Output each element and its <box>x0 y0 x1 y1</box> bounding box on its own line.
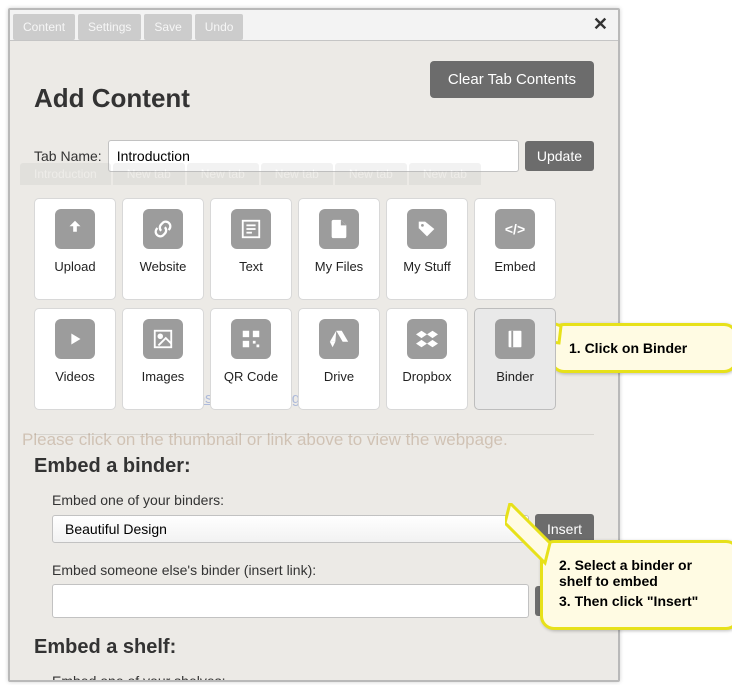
images-tile[interactable]: Images <box>122 308 204 410</box>
tile-label: Binder <box>496 369 534 384</box>
ghost-settings-button: Settings <box>78 14 141 40</box>
other-binder-link-input[interactable] <box>52 584 529 618</box>
embed-icon: </> <box>495 209 535 249</box>
tile-label: My Stuff <box>403 259 450 274</box>
tile-label: My Files <box>315 259 363 274</box>
upload-tile[interactable]: Upload <box>34 198 116 300</box>
ghost-undo-button: Undo <box>195 14 244 40</box>
callout-text-line-1: 2. Select a binder or shelf to embed <box>559 557 721 589</box>
binder-icon <box>495 319 535 359</box>
callout-text-line-2: 3. Then click "Insert" <box>559 593 721 609</box>
tag-icon <box>407 209 447 249</box>
dialog-titlebar: Content Settings Save Undo ✕ <box>10 10 618 41</box>
tab-name-label: Tab Name: <box>34 148 102 164</box>
tile-label: Images <box>142 369 185 384</box>
background-caption-text: Please click on the thumbnail or link ab… <box>22 430 508 450</box>
my-stuff-tile[interactable]: My Stuff <box>386 198 468 300</box>
tile-label: Text <box>239 259 263 274</box>
text-icon <box>231 209 271 249</box>
drive-icon <box>319 319 359 359</box>
dropbox-tile[interactable]: Dropbox <box>386 308 468 410</box>
videos-tile[interactable]: Videos <box>34 308 116 410</box>
embed-binder-heading: Embed a binder: <box>34 455 594 478</box>
my-files-tile[interactable]: My Files <box>298 198 380 300</box>
clear-tab-contents-button[interactable]: Clear Tab Contents <box>430 61 594 98</box>
link-icon <box>143 209 183 249</box>
text-tile[interactable]: Text <box>210 198 292 300</box>
content-type-grid: Upload Website Text My Files <box>34 198 594 410</box>
background-toolbar: Content Settings Save Undo <box>13 14 243 40</box>
upload-icon <box>55 209 95 249</box>
tile-label: Upload <box>54 259 95 274</box>
close-icon[interactable]: ✕ <box>593 15 608 33</box>
video-icon <box>55 319 95 359</box>
qr-code-tile[interactable]: QR Code <box>210 308 292 410</box>
binder-tile[interactable]: Binder <box>474 308 556 410</box>
ghost-content-button: Content <box>13 14 75 40</box>
drive-tile[interactable]: Drive <box>298 308 380 410</box>
tile-label: Website <box>140 259 187 274</box>
tile-label: Embed <box>494 259 535 274</box>
background-tab-strip: IntroductionNew tabNew tab New tabNew ta… <box>10 163 618 185</box>
own-shelf-label: Embed one of your shelves: <box>52 673 594 682</box>
image-icon <box>143 319 183 359</box>
own-binder-select[interactable]: Beautiful Design <box>52 515 529 543</box>
tile-label: Videos <box>55 369 95 384</box>
tile-label: QR Code <box>224 369 278 384</box>
tile-label: Dropbox <box>402 369 451 384</box>
embed-tile[interactable]: </> Embed <box>474 198 556 300</box>
embed-shelf-heading: Embed a shelf: <box>34 636 594 659</box>
folder-icon <box>319 209 359 249</box>
ghost-save-button: Save <box>144 14 191 40</box>
dropbox-icon <box>407 319 447 359</box>
website-tile[interactable]: Website <box>122 198 204 300</box>
callout-select-and-insert: 2. Select a binder or shelf to embed 3. … <box>540 540 732 630</box>
tile-label: Drive <box>324 369 354 384</box>
qr-icon <box>231 319 271 359</box>
add-content-dialog: Content Settings Save Undo ✕ Clear Tab C… <box>8 8 620 682</box>
